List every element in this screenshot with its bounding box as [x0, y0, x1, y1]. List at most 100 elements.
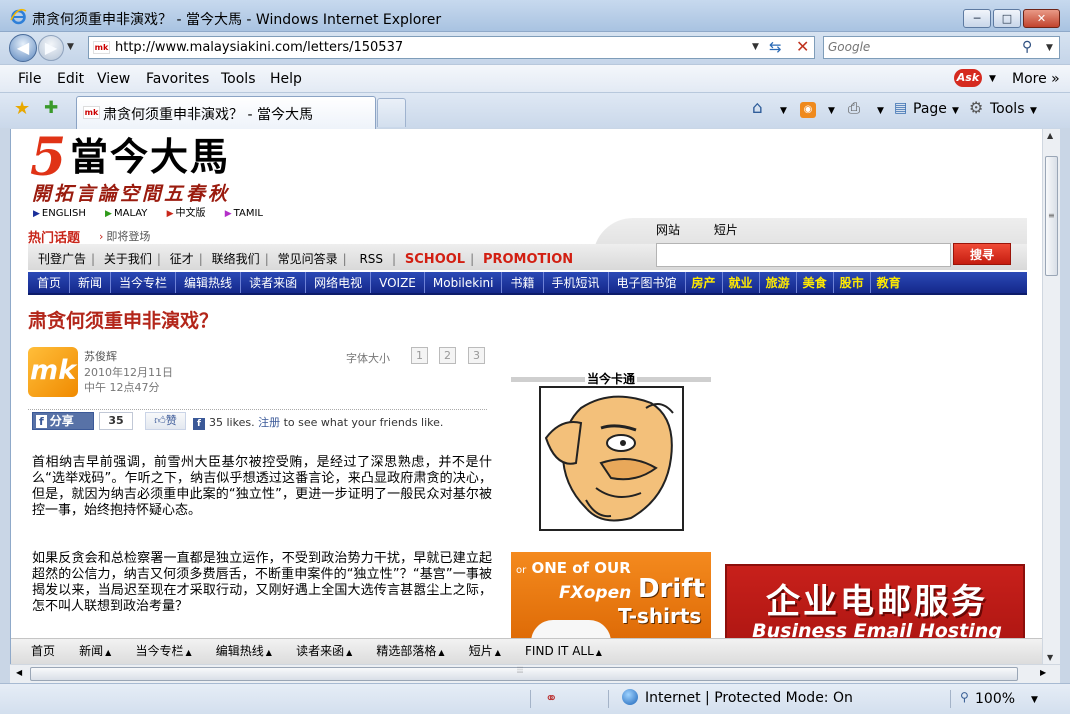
nav-item[interactable]: 书籍: [502, 272, 544, 293]
menu-view[interactable]: View: [97, 71, 130, 87]
close-window-button[interactable]: ✕: [1023, 9, 1060, 28]
register-link[interactable]: 注册: [258, 416, 280, 429]
link-faq[interactable]: 常见问答录: [278, 250, 338, 267]
link-school[interactable]: SCHOOL: [405, 252, 465, 267]
link-advertise[interactable]: 刊登广告: [38, 250, 86, 267]
site-logo[interactable]: 5 當今大馬 開拓言論空間五春秋: [30, 132, 286, 206]
nav-item[interactable]: 手机短讯: [544, 272, 609, 293]
print-dropdown-icon[interactable]: ▼: [877, 106, 884, 116]
refresh-icon[interactable]: ⇆: [769, 38, 782, 56]
nav-item[interactable]: 电子图书馆: [609, 272, 686, 293]
search-tab-video[interactable]: 短片: [714, 223, 738, 237]
bottom-nav-item[interactable]: 编辑热线 ▲: [206, 639, 272, 664]
site-search-button[interactable]: 搜寻: [953, 243, 1011, 265]
zoom-icon[interactable]: ⚲: [960, 690, 969, 704]
security-zone[interactable]: Internet | Protected Mode: On: [645, 690, 853, 706]
tools-dropdown-icon[interactable]: ▼: [1030, 106, 1037, 116]
page-icon[interactable]: ▤: [894, 100, 907, 116]
scroll-right-icon[interactable]: ▶: [1040, 668, 1046, 677]
menu-help[interactable]: Help: [270, 71, 302, 87]
nav-item[interactable]: 新闻: [70, 272, 112, 293]
bottom-nav-item[interactable]: 首页: [21, 639, 55, 664]
home-icon[interactable]: ⌂: [752, 98, 763, 118]
minimize-button[interactable]: ─: [963, 9, 991, 28]
scroll-left-icon[interactable]: ◀: [16, 668, 22, 677]
home-dropdown-icon[interactable]: ▼: [780, 106, 787, 116]
add-favorites-icon[interactable]: ✚: [44, 98, 58, 118]
popup-blocker-icon[interactable]: ⚭: [545, 689, 558, 707]
link-rss[interactable]: RSS: [359, 252, 383, 266]
address-dropdown-icon[interactable]: ▼: [752, 42, 759, 52]
search-icon[interactable]: ⚲: [1022, 39, 1032, 55]
font-size-small-button[interactable]: 1: [411, 347, 428, 364]
nav-item[interactable]: 编辑热线: [176, 272, 242, 293]
new-tab-button[interactable]: [377, 98, 406, 127]
cartoon-image[interactable]: [539, 386, 684, 531]
tab-current[interactable]: mk 肃贪何须重申非演戏？ - 當今大馬: [76, 96, 376, 129]
zoom-level[interactable]: 100%: [975, 691, 1015, 707]
scroll-thumb[interactable]: [30, 667, 1018, 681]
search-box[interactable]: ⚲ ▼: [823, 36, 1060, 59]
site-search-input[interactable]: [656, 243, 951, 267]
hot-topics-link[interactable]: › 即将登场: [99, 228, 150, 244]
print-icon[interactable]: ⎙: [848, 99, 860, 117]
nav-item-highlight[interactable]: 美食: [797, 272, 834, 293]
nav-item[interactable]: 首页: [28, 272, 71, 293]
nav-item[interactable]: 读者来函: [241, 272, 307, 293]
address-field[interactable]: mk http://www.malaysiakini.com/letters/1…: [88, 36, 815, 59]
facebook-share-button[interactable]: f 分享: [32, 412, 94, 430]
search-tab-site[interactable]: 网站: [656, 223, 680, 237]
link-promotion[interactable]: PROMOTION: [483, 252, 573, 267]
nav-item-highlight[interactable]: 旅游: [760, 272, 797, 293]
nav-item[interactable]: 当今专栏: [111, 272, 177, 293]
feeds-dropdown-icon[interactable]: ▼: [828, 106, 835, 116]
link-about[interactable]: 关于我们: [104, 250, 152, 267]
page-menu[interactable]: Page: [913, 101, 947, 117]
nav-item-highlight[interactable]: 股市: [834, 272, 871, 293]
horizontal-scrollbar[interactable]: ◀ ⦙⦙⦙ ▶: [10, 664, 1060, 683]
search-options-dropdown[interactable]: ▼: [1046, 43, 1053, 53]
nav-item[interactable]: Mobilekini: [425, 272, 503, 293]
forward-button[interactable]: ▶: [38, 35, 64, 61]
tools-menu[interactable]: Tools: [990, 101, 1025, 117]
back-button[interactable]: ◀: [9, 34, 37, 62]
nav-item[interactable]: 网络电视: [306, 272, 372, 293]
like-button[interactable]: 👍︎赞: [145, 412, 186, 430]
address-url[interactable]: http://www.malaysiakini.com/letters/1505…: [115, 40, 403, 55]
maximize-button[interactable]: □: [993, 9, 1021, 28]
more-button[interactable]: More »: [1012, 71, 1060, 87]
favorites-star-icon[interactable]: ★: [14, 98, 30, 119]
bottom-nav-item[interactable]: 新闻 ▲: [69, 639, 111, 664]
nav-item[interactable]: VOIZE: [371, 272, 425, 293]
zoom-dropdown-icon[interactable]: ▼: [1031, 695, 1038, 705]
bottom-nav-item[interactable]: FIND IT ALL ▲: [515, 639, 602, 664]
font-size-large-button[interactable]: 3: [468, 347, 485, 364]
nav-item-highlight[interactable]: 教育: [871, 272, 907, 293]
nav-item-highlight[interactable]: 房产: [686, 272, 723, 293]
bottom-nav-item[interactable]: 短片 ▲: [459, 639, 501, 664]
article-author[interactable]: 苏俊辉: [84, 348, 117, 364]
scroll-up-icon[interactable]: ▲: [1047, 131, 1053, 140]
stop-icon[interactable]: ✕: [796, 37, 809, 56]
search-input[interactable]: [828, 40, 1018, 54]
recent-pages-dropdown[interactable]: ▼: [67, 42, 74, 52]
font-size-medium-button[interactable]: 2: [439, 347, 456, 364]
page-dropdown-icon[interactable]: ▼: [952, 106, 959, 116]
link-careers[interactable]: 征才: [170, 250, 194, 267]
vertical-scrollbar[interactable]: ▲ ≡ ▼: [1042, 129, 1060, 664]
menu-favorites[interactable]: Favorites: [146, 71, 209, 87]
nav-item-highlight[interactable]: 就业: [723, 272, 760, 293]
ask-dropdown-icon[interactable]: ▼: [989, 74, 996, 84]
rss-feed-icon[interactable]: ◉: [800, 102, 816, 118]
scroll-down-icon[interactable]: ▼: [1047, 653, 1053, 662]
menu-edit[interactable]: Edit: [57, 71, 84, 87]
bottom-nav-item[interactable]: 精选部落格 ▲: [366, 639, 444, 664]
menu-tools[interactable]: Tools: [221, 71, 256, 87]
link-contact[interactable]: 联络我们: [212, 250, 260, 267]
bottom-nav-item[interactable]: 读者来函 ▲: [286, 639, 352, 664]
bottom-nav-item[interactable]: 当今专栏 ▲: [125, 639, 191, 664]
ask-toolbar-logo[interactable]: Ask: [954, 69, 982, 87]
menu-file[interactable]: File: [18, 71, 41, 87]
gear-icon[interactable]: ⚙: [969, 98, 983, 117]
lang-chinese[interactable]: ▶ 中文版: [167, 204, 214, 219]
